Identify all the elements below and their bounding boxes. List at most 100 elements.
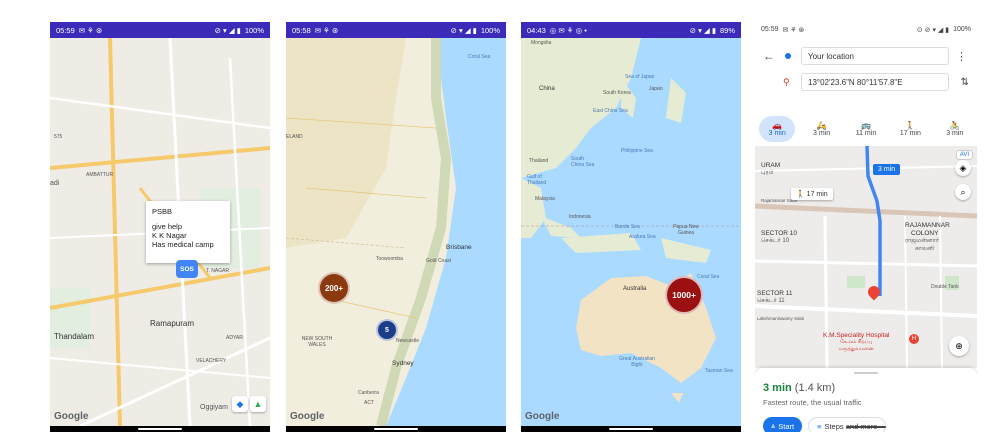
phone-screen-1: 05:59 ✉ ⚘ ⊛ ⊘ ▾ ◢ ▮ 100% AMBATTUR T. NAGAR…	[50, 22, 270, 432]
map-label: Malaysia	[535, 196, 555, 202]
map-view[interactable]: Mongolia China Sea of Japan South Korea …	[521, 38, 741, 426]
origin-dot-icon	[785, 53, 791, 59]
map-label: Philippine Sea	[621, 148, 653, 154]
route-time: 3 min	[763, 382, 792, 394]
route-map[interactable]: URAM புரம் SECTOR 10 செக்டர் 10 RAJAMANN…	[755, 146, 977, 368]
sos-marker[interactable]: SOS	[176, 260, 198, 278]
map-label: Great Australian Bight	[619, 356, 655, 368]
map-label: URAM	[761, 162, 781, 169]
map-label: செக்டர் 10	[761, 238, 790, 244]
phone-screen-4: 05:59 ✉ ⚘ ⊛ ⊙ ⊘ ▾ ◢ ▮ 100% ← Your location…	[755, 22, 977, 432]
map-label: Lakshmaniswamy Salai	[757, 316, 805, 321]
signal-icons: ⊘ ▾ ◢ ▮	[689, 25, 716, 35]
status-bar: 05:59 ✉ ⚘ ⊛ ⊘ ▾ ◢ ▮ 100%	[50, 22, 270, 38]
phone-screen-3: 04:43 ◎ ✉ ⚘ ◎ • ⊘ ▾ ◢ ▮ 89% Mongolia China…	[521, 22, 741, 432]
map-label: Indonesia	[569, 214, 591, 220]
map-label: Canberra	[358, 390, 379, 396]
google-logo: Google	[290, 411, 325, 422]
avatar: AVI	[955, 150, 973, 160]
directions-header: ← Your location ⋮ ⚲ 13°02'23.6"N 80°11'5…	[755, 38, 977, 146]
mode-time: 17 min	[899, 130, 921, 137]
cluster-marker[interactable]: 5	[376, 319, 398, 341]
swap-icon[interactable]: ⇅	[961, 77, 969, 88]
map-label: Sea of Japan	[625, 74, 655, 80]
mode-walk[interactable]: 🚶 17 min	[892, 116, 928, 142]
route-summary: 3 min (1.4 km)	[763, 382, 969, 394]
map-label: NEW SOUTH WALES	[301, 336, 333, 348]
walk-time-badge[interactable]: 🚶 17 min	[791, 188, 833, 200]
directions-icon[interactable]: ◆	[232, 396, 248, 412]
notification-icons: ✉ ⚘ ⊛	[314, 25, 339, 35]
back-arrow-icon[interactable]: ←	[763, 49, 775, 63]
map-label: ராஜமன்னார்	[905, 238, 939, 244]
home-handle[interactable]	[138, 428, 182, 430]
destination-input[interactable]: 13°02'23.6"N 80°11'57.8"E	[801, 73, 949, 91]
open-maps-icon[interactable]: ▲	[250, 396, 266, 412]
cluster-marker[interactable]: 1000+	[665, 276, 703, 314]
map-label: Sydney	[392, 360, 414, 367]
map-label: Japan	[649, 86, 663, 92]
map-label: Banda Sea	[615, 224, 640, 230]
car-icon: 🚗	[772, 121, 783, 130]
map-label: AMBATTUR	[86, 172, 114, 178]
map-label: East China Sea	[593, 108, 628, 114]
map-label: RAJAMANNAR	[905, 222, 950, 229]
map-label: South China Sea	[571, 156, 595, 168]
battery-level: 100%	[480, 25, 500, 35]
search-icon[interactable]: ⌕	[955, 184, 971, 200]
poi-hospital[interactable]: K.M.Speciality Hospital கே.எம் சிறப்பு ம…	[823, 332, 889, 353]
home-handle[interactable]	[846, 426, 886, 428]
map-view[interactable]: AMBATTUR T. NAGAR Ramapuram Thandalam AD…	[50, 38, 270, 426]
map-label: Mongolia	[531, 40, 552, 46]
map-view[interactable]: Coral Sea Brisbane Gold Coast Toowoomba …	[286, 38, 506, 426]
map-label: Australia	[623, 286, 647, 292]
map-label: Oggiyam	[200, 404, 229, 411]
info-line: K K Nagar	[152, 231, 187, 240]
layers-icon[interactable]: ◈	[955, 160, 971, 176]
map-label: Thailand	[529, 158, 549, 164]
steps-button[interactable]: ≡Steps and more	[808, 417, 887, 432]
origin-input[interactable]: Your location	[801, 47, 949, 65]
map-label: Coral Sea	[697, 274, 720, 280]
map-label: Gold Coast	[426, 258, 452, 264]
battery-level: 100%	[953, 26, 971, 33]
list-icon: ≡	[817, 421, 822, 431]
status-time: 05:58	[292, 25, 311, 35]
sheet-handle[interactable]	[854, 372, 878, 374]
cluster-marker[interactable]: 200+	[318, 272, 350, 304]
nav-bar	[50, 426, 270, 432]
map-label: SECTOR 11	[757, 290, 793, 297]
map-label: China	[539, 86, 555, 92]
phone-screen-2: 05:58 ✉ ⚘ ⊛ ⊘ ▾ ◢ ▮ 100% Coral Sea Brisban…	[286, 22, 506, 432]
walk-icon: 🚶	[796, 191, 807, 198]
more-options-icon[interactable]: ⋮	[956, 50, 967, 63]
map-label: VELACHERY	[196, 358, 227, 364]
start-button[interactable]: ⩓ Start	[763, 417, 803, 432]
map-label: Thandalam	[54, 332, 95, 341]
map-label: செக்டர் 11	[757, 298, 785, 304]
mode-drive[interactable]: 🚗 3 min	[759, 116, 796, 142]
walk-icon: 🚶	[905, 121, 916, 130]
route-distance: (1.4 km)	[794, 382, 836, 394]
map-label: Gulf of Thailand	[527, 174, 547, 186]
battery-level: 89%	[719, 25, 735, 35]
mode-transit[interactable]: 🚌 11 min	[848, 116, 884, 142]
home-handle[interactable]	[374, 428, 418, 430]
hospital-icon: H	[909, 334, 919, 344]
my-location-icon[interactable]: ⊕	[949, 336, 969, 356]
mode-bicycle[interactable]: 🚴 3 min	[937, 116, 973, 142]
bicycle-icon: 🚴	[949, 121, 960, 130]
status-bar: 05:59 ✉ ⚘ ⊛ ⊙ ⊘ ▾ ◢ ▮ 100%	[755, 22, 977, 38]
map-terrain	[286, 38, 506, 426]
map-label: Newcastle	[396, 338, 420, 344]
status-bar: 04:43 ◎ ✉ ⚘ ◎ • ⊘ ▾ ◢ ▮ 89%	[521, 22, 741, 38]
home-handle[interactable]	[609, 428, 653, 430]
map-label: 575	[54, 134, 63, 140]
info-window[interactable]: PSBB give help K K Nagar Has medical cam…	[146, 201, 230, 263]
map-label: Toowoomba	[376, 256, 403, 262]
google-logo: Google	[54, 411, 89, 422]
route-summary-sheet: 3 min (1.4 km) Fastest route, the usual …	[755, 368, 977, 432]
route-time-badge[interactable]: 3 min	[873, 164, 901, 175]
status-time: 05:59	[761, 26, 779, 33]
mode-two-wheeler[interactable]: 🛵 3 min	[804, 116, 840, 142]
